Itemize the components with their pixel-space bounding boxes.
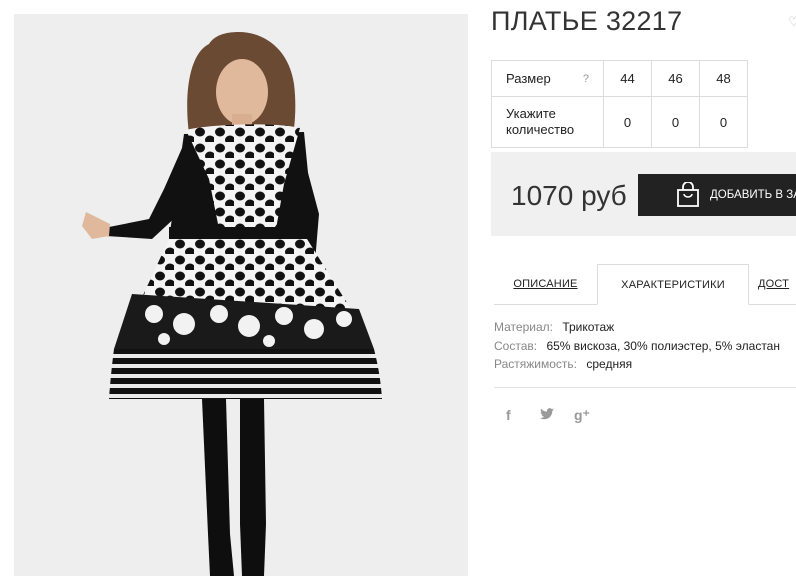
spec-row-composition: Состав: 65% вискоза, 30% полиэстер, 5% э… (494, 337, 780, 356)
size-44: 44 (603, 60, 652, 97)
product-tabs: ОПИСАНИЕ ХАРАКТЕРИСТИКИ ДОСТ (494, 264, 796, 305)
tab-delivery[interactable]: ДОСТ (758, 264, 796, 304)
add-to-cart-label: ДОБАВИТЬ В ЗА (710, 189, 796, 201)
product-photo[interactable] (14, 14, 468, 576)
product-title: ПЛАТЬЕ 32217 (491, 6, 683, 36)
spec-value: 65% вискоза, 30% полиэстер, 5% эластан (546, 338, 780, 353)
wishlist-icon[interactable]: ♡ (788, 14, 796, 30)
quantity-label-line1: Укажите (506, 106, 556, 121)
tab-description[interactable]: ОПИСАНИЕ (494, 264, 597, 304)
product-price: 1070 руб (511, 180, 627, 211)
spec-list: Материал: Трикотаж Состав: 65% вискоза, … (494, 318, 780, 374)
size-46: 46 (651, 60, 700, 97)
spec-key: Материал: (494, 320, 553, 334)
quantity-label-line2: количество (506, 122, 575, 137)
twitter-icon[interactable] (540, 407, 574, 424)
quantity-label-cell: Укажите количество (491, 96, 604, 148)
tab-characteristics[interactable]: ХАРАКТЕРИСТИКИ (597, 264, 749, 305)
spec-key: Состав: (494, 338, 538, 353)
dress-model-image (82, 32, 382, 576)
divider (494, 387, 796, 388)
quantity-input-46[interactable]: 0 (651, 96, 700, 148)
spec-key: Растяжимость: (494, 357, 578, 371)
social-share: f g⁺ (506, 407, 608, 424)
shopping-bag-icon (676, 182, 700, 208)
spec-row-material: Материал: Трикотаж (494, 318, 780, 337)
quantity-input-44[interactable]: 0 (603, 96, 652, 148)
spec-row-stretch: Растяжимость: средняя (494, 355, 780, 374)
add-to-cart-button[interactable]: ДОБАВИТЬ В ЗА (638, 174, 796, 216)
tab-description-label: ОПИСАНИЕ (513, 278, 578, 290)
size-label-cell: Размер ? (491, 60, 604, 97)
size-quantity-table: Размер ? 44 46 48 Укажите количество 0 0… (491, 60, 748, 148)
size-label: Размер (506, 71, 551, 86)
size-48: 48 (699, 60, 748, 97)
size-help-icon[interactable]: ? (583, 73, 589, 85)
tab-characteristics-label: ХАРАКТЕРИСТИКИ (621, 278, 725, 291)
spec-value: средняя (586, 357, 633, 371)
tab-delivery-label: ДОСТ (758, 278, 790, 290)
price-box: 1070 руб ДОБАВИТЬ В ЗА (491, 152, 796, 236)
facebook-icon[interactable]: f (506, 407, 540, 424)
google-plus-icon[interactable]: g⁺ (574, 407, 608, 424)
spec-value: Трикотаж (562, 320, 615, 334)
quantity-input-48[interactable]: 0 (699, 96, 748, 148)
